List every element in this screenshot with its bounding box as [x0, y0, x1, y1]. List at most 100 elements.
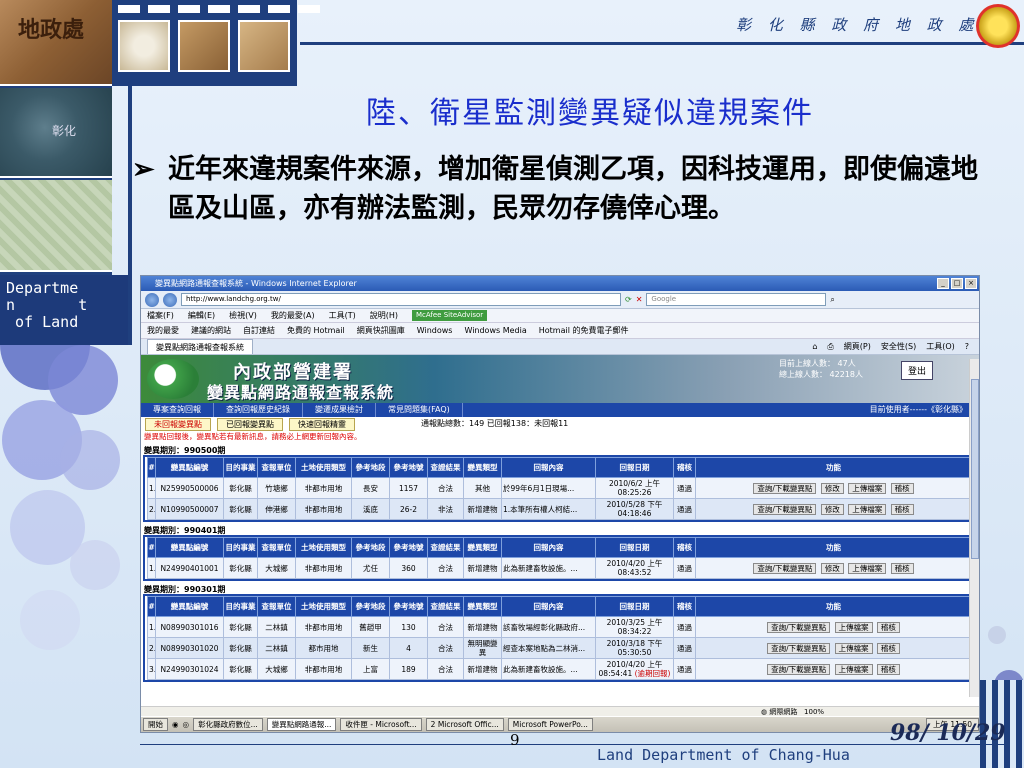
column-header: 回報內容	[501, 537, 596, 558]
home-icon[interactable]: ⌂	[812, 339, 817, 354]
favorites-item[interactable]: Windows Media	[464, 323, 526, 338]
command-page[interactable]: 網頁(P)	[844, 339, 871, 354]
menu-edit[interactable]: 編輯(E)	[188, 309, 215, 322]
table-cell: 130	[389, 616, 428, 638]
help-icon[interactable]: ?	[965, 339, 969, 354]
thumbnail-photo	[178, 20, 230, 72]
nav-faq[interactable]: 常見問題集(FAQ)	[376, 403, 463, 417]
audit-button[interactable]: 稽核	[876, 663, 900, 675]
query-download-button[interactable]: 查詢/下載變異點	[767, 642, 831, 654]
address-input[interactable]: http://www.landchg.org.tw/	[181, 293, 621, 306]
favorites-item[interactable]: 自訂連結	[243, 323, 275, 338]
table-cell: 此為新建畜牧設施。...	[501, 557, 596, 579]
upload-button[interactable]: 上傳檔案	[848, 482, 887, 494]
nav-change-review[interactable]: 變遷成果檢討	[303, 403, 376, 417]
table-cell: 尤任	[351, 557, 390, 579]
menu-tools[interactable]: 工具(T)	[329, 309, 356, 322]
quicklaunch-icon[interactable]: ◉	[172, 720, 179, 729]
command-safety[interactable]: 安全性(S)	[881, 339, 916, 354]
mcafee-button[interactable]: McAfee SiteAdvisor	[411, 310, 488, 321]
decor-circle	[70, 540, 120, 590]
table-cell: 溪底	[351, 498, 390, 520]
vertical-scrollbar[interactable]	[969, 359, 979, 697]
edit-button[interactable]: 修改	[820, 503, 844, 515]
menu-help[interactable]: 說明(H)	[370, 309, 398, 322]
column-header: 查報單位	[257, 596, 296, 617]
zoom-level[interactable]: 100%	[804, 708, 824, 716]
table-row: 1. N25990500006 彰化縣 竹塘鄉 非都市用地 長安 1157 合法…	[147, 477, 972, 499]
nav-project-query[interactable]: 專案查詢回報	[141, 403, 214, 417]
upload-button[interactable]: 上傳檔案	[848, 503, 887, 515]
taskbar-item[interactable]: 2 Microsoft Offic...	[425, 718, 504, 731]
taskbar-item[interactable]: 彰化縣政府數位...	[193, 718, 263, 731]
edit-button[interactable]: 修改	[820, 562, 844, 574]
command-bar: ⌂ ⎙ 網頁(P) 安全性(S) 工具(O) ?	[812, 339, 979, 354]
function-cell: 查詢/下載變異點 上傳檔案 稽核	[695, 637, 972, 659]
nav-history[interactable]: 查詢回報歷史紀錄	[214, 403, 303, 417]
query-download-button[interactable]: 查詢/下載變異點	[753, 482, 817, 494]
taskbar-item-active[interactable]: 變異點網路通報...	[266, 718, 337, 731]
period-label: 變異期別：990500期	[144, 446, 226, 455]
upload-button[interactable]: 上傳檔案	[848, 562, 887, 574]
print-icon[interactable]: ⎙	[827, 339, 833, 354]
upload-button[interactable]: 上傳檔案	[834, 621, 873, 633]
browser-tab[interactable]: 變異點網路通報查報系統	[147, 339, 253, 354]
report-stats: 通報點總數：149 已回報138：未回報11	[421, 419, 569, 428]
column-header: 參考地號	[389, 457, 428, 478]
audit-button[interactable]: 稽核	[876, 621, 900, 633]
table-cell: N10990500007	[155, 498, 224, 520]
search-icon[interactable]: ⌕	[830, 295, 834, 305]
audit-button[interactable]: 稽核	[876, 642, 900, 654]
favorites-item[interactable]: 免費的 Hotmail	[287, 323, 345, 338]
department-label-line: of Land	[6, 313, 79, 331]
column-header[interactable]: 變異點編號	[155, 457, 224, 478]
favorites-item[interactable]: 網頁快訊圖庫	[357, 323, 405, 338]
audit-button[interactable]: 稽核	[890, 503, 914, 515]
reported-button[interactable]: 已回報變異點	[217, 418, 283, 431]
column-header[interactable]: 變異點編號	[155, 596, 224, 617]
taskbar-item[interactable]: 收件匣 - Microsoft...	[340, 718, 422, 731]
table-cell: 無明顯變異	[463, 637, 502, 659]
stop-icon[interactable]: ✕	[636, 295, 643, 304]
refresh-icon[interactable]: ⟳	[625, 295, 632, 304]
search-input[interactable]: Google	[646, 293, 827, 306]
sidebar-map-label: 彰化	[52, 124, 77, 138]
menu-view[interactable]: 檢視(V)	[229, 309, 257, 322]
favorites-item[interactable]: 建議的網站	[191, 323, 231, 338]
maximize-button[interactable]: □	[951, 278, 963, 289]
upload-button[interactable]: 上傳檔案	[834, 642, 873, 654]
quick-report-wizard-button[interactable]: 快速回報精靈	[289, 418, 355, 431]
scrollbar-thumb[interactable]	[971, 379, 979, 559]
query-download-button[interactable]: 查詢/下載變異點	[753, 503, 817, 515]
upload-button[interactable]: 上傳檔案	[834, 663, 873, 675]
edit-button[interactable]: 修改	[820, 482, 844, 494]
start-button[interactable]: 開始	[143, 718, 168, 731]
quicklaunch-icon[interactable]: ◎	[183, 720, 190, 729]
menu-file[interactable]: 檔案(F)	[147, 309, 174, 322]
audit-button[interactable]: 稽核	[890, 482, 914, 494]
table-cell: 二林鎮	[257, 637, 296, 659]
query-download-button[interactable]: 查詢/下載變異點	[753, 562, 817, 574]
department-label: Departme n t of Land	[0, 275, 128, 345]
minimize-button[interactable]: _	[937, 278, 949, 289]
back-icon[interactable]	[145, 292, 159, 307]
column-header: 功能	[695, 537, 972, 558]
audit-button[interactable]: 稽核	[890, 562, 914, 574]
command-tools[interactable]: 工具(O)	[926, 339, 955, 354]
column-header: #	[147, 596, 156, 617]
table-cell: 竹塘鄉	[257, 477, 296, 499]
taskbar-item[interactable]: Microsoft PowerPo...	[507, 718, 593, 731]
logout-button[interactable]: 登出	[901, 361, 934, 380]
bullet-point: ➢ 近年來違規案件來源，增加衛星偵測乙項，因科技運用，即使偏遠地區及山區，亦有辦…	[132, 150, 982, 228]
unreported-button[interactable]: 未回報變異點	[145, 418, 211, 431]
favorites-item[interactable]: Windows	[417, 323, 453, 338]
query-download-button[interactable]: 查詢/下載變異點	[767, 663, 831, 675]
favorites-item[interactable]: 我的最愛	[147, 323, 179, 338]
forward-icon[interactable]	[163, 292, 177, 307]
query-download-button[interactable]: 查詢/下載變異點	[767, 621, 831, 633]
menu-favorites[interactable]: 我的最愛(A)	[271, 309, 315, 322]
column-header[interactable]: 變異點編號	[155, 537, 224, 558]
favorites-item[interactable]: Hotmail 的免費電子郵件	[539, 323, 629, 338]
close-button[interactable]: ×	[965, 278, 977, 289]
tab-bar: 變異點網路通報查報系統 ⌂ ⎙ 網頁(P) 安全性(S) 工具(O) ?	[141, 339, 979, 355]
